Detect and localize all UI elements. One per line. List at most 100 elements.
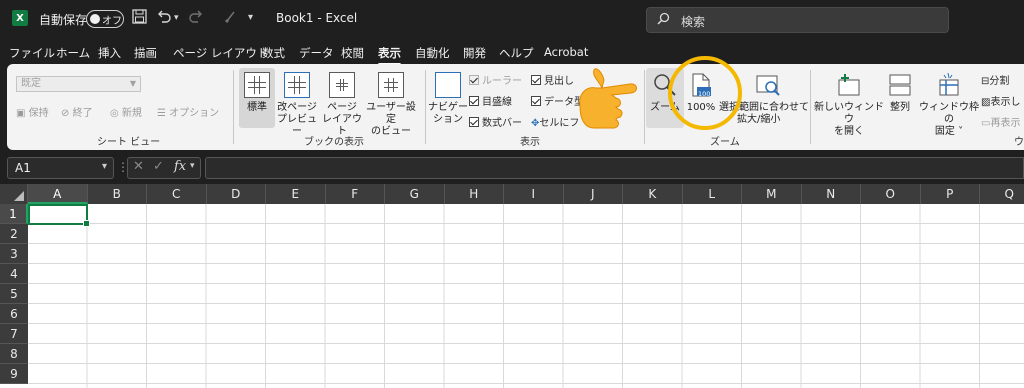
- row-header[interactable]: 8: [0, 344, 28, 364]
- column-header[interactable]: F: [326, 184, 385, 204]
- select-all-button[interactable]: [0, 184, 28, 204]
- arrange-all-button[interactable]: 整列: [885, 72, 915, 114]
- cell-grid[interactable]: [28, 204, 1024, 388]
- column-header[interactable]: H: [445, 184, 504, 204]
- toggle-knob: [90, 14, 100, 24]
- tab-acrobat[interactable]: Acrobat: [544, 45, 588, 59]
- tab-review[interactable]: 校閲: [341, 45, 364, 61]
- chevron-down-icon: ▼: [129, 79, 136, 88]
- column-header[interactable]: N: [802, 184, 861, 204]
- group-label-zoom: ズーム: [710, 137, 740, 148]
- gridlines-checkbox[interactable]: 目盛線: [469, 93, 512, 108]
- undo-dropdown-icon[interactable]: ▾: [174, 13, 179, 23]
- group-label-show: 表示: [520, 137, 540, 148]
- tab-page-layout[interactable]: ページ レイアウト: [173, 45, 268, 61]
- hide-button[interactable]: ▨表示し: [981, 93, 1020, 108]
- tab-formulas[interactable]: 数式: [262, 45, 285, 61]
- quick-access-dropdown-icon[interactable]: ▾: [248, 12, 253, 23]
- column-header[interactable]: J: [564, 184, 623, 204]
- page-break-preview-button[interactable]: 改ページ プレビュー: [275, 72, 319, 138]
- tab-file[interactable]: ファイル: [9, 45, 55, 61]
- row-header[interactable]: 5: [0, 284, 28, 304]
- formula-input[interactable]: [205, 157, 1024, 179]
- column-header[interactable]: B: [88, 184, 147, 204]
- worksheet-grid[interactable]: ABCDEFGHIJKLMNOPQ 123456789: [0, 184, 1024, 388]
- column-header[interactable]: I: [504, 184, 564, 204]
- column-header[interactable]: M: [742, 184, 802, 204]
- freeze-panes-label-1: ウィンドウ枠の: [919, 102, 979, 125]
- insert-function-icon[interactable]: fx: [174, 159, 186, 174]
- undo-icon[interactable]: [156, 9, 172, 28]
- column-header[interactable]: C: [147, 184, 207, 204]
- page-layout-view-button[interactable]: ページ レイアウト: [320, 72, 364, 138]
- active-cell-a1[interactable]: [28, 204, 90, 227]
- navigation-label-2: ション: [433, 114, 463, 125]
- tab-home[interactable]: ホーム: [56, 45, 90, 61]
- row-header[interactable]: 7: [0, 324, 28, 344]
- redo-icon[interactable]: [188, 9, 204, 28]
- column-header[interactable]: P: [921, 184, 980, 204]
- row-header[interactable]: 3: [0, 244, 28, 264]
- tab-help[interactable]: ヘルプ: [499, 45, 534, 61]
- autosave-toggle[interactable]: オフ: [86, 10, 124, 28]
- column-header[interactable]: O: [861, 184, 921, 204]
- row-header[interactable]: 1: [0, 204, 28, 224]
- tab-view[interactable]: 表示: [378, 45, 401, 66]
- sheet-view-options-button[interactable]: ☰ オプション: [157, 104, 219, 119]
- split-button[interactable]: ⊟分割: [981, 72, 1009, 87]
- sheet-view-new-button[interactable]: ◎ 新規: [110, 104, 142, 119]
- page-layout-label-1: ページ: [327, 102, 357, 113]
- custom-views-label-1: ユーザー設定: [366, 102, 416, 125]
- column-header[interactable]: L: [683, 184, 742, 204]
- format-painter-icon[interactable]: [224, 9, 238, 28]
- chevron-down-icon: ▾: [101, 161, 107, 172]
- custom-views-button[interactable]: ユーザー設定 のビュー: [362, 72, 420, 138]
- search-box[interactable]: 検索: [646, 7, 949, 33]
- eye-icon: ◎: [110, 108, 119, 119]
- zoom-fit-label-1: 範囲に合わせて: [739, 102, 809, 113]
- hide-label: 表示し: [990, 97, 1021, 108]
- column-header[interactable]: K: [623, 184, 683, 204]
- freeze-panes-label-2: 固定 ˅: [934, 126, 964, 137]
- tab-draw[interactable]: 描画: [134, 45, 157, 61]
- tab-data[interactable]: データ: [299, 45, 334, 61]
- column-header[interactable]: D: [207, 184, 266, 204]
- column-header[interactable]: A: [28, 184, 88, 204]
- sheet-view-exit-button[interactable]: ⊘ 終了: [61, 104, 93, 119]
- unhide-button[interactable]: ▭再表示: [981, 114, 1020, 129]
- group-label-workbook-views: ブックの表示: [304, 137, 364, 148]
- column-header[interactable]: Q: [980, 184, 1024, 204]
- headings-checkbox[interactable]: 見出し: [531, 72, 574, 87]
- navigation-button[interactable]: ナビゲー ション: [428, 72, 468, 126]
- new-window-button[interactable]: 新しいウィンドウ を開く: [813, 72, 885, 138]
- row-header[interactable]: 2: [0, 224, 28, 244]
- row-header[interactable]: 6: [0, 304, 28, 324]
- sheet-view-keep-button[interactable]: ▣ 保持: [16, 104, 49, 119]
- navigation-pane-icon: [435, 72, 461, 98]
- document-title: Book1 - Excel: [276, 11, 358, 25]
- new-window-label-2: を開く: [834, 126, 864, 137]
- tab-automate[interactable]: 自動化: [415, 45, 450, 61]
- freeze-panes-button[interactable]: ウィンドウ枠の 固定 ˅: [917, 72, 981, 138]
- ruler-check-icon: [469, 75, 479, 85]
- row-header[interactable]: 4: [0, 264, 28, 284]
- cancel-icon[interactable]: ✕: [133, 159, 144, 174]
- ruler-checkbox[interactable]: ルーラー: [469, 72, 522, 87]
- row-header[interactable]: 9: [0, 364, 28, 384]
- tab-developer[interactable]: 開発: [463, 45, 486, 61]
- zoom-selection-icon: [755, 72, 781, 98]
- column-header[interactable]: G: [385, 184, 445, 204]
- save-icon[interactable]: [132, 9, 147, 28]
- formula-bar-checkbox[interactable]: 数式バー: [469, 114, 522, 129]
- unhide-label: 再表示: [990, 118, 1021, 129]
- sheet-view-dropdown[interactable]: 既定 ▼: [16, 76, 141, 92]
- ribbon-tabs: ファイル ホーム 挿入 描画 ページ レイアウト 数式 データ 校閲 表示 自動…: [0, 38, 1024, 66]
- column-header[interactable]: E: [266, 184, 326, 204]
- tab-insert[interactable]: 挿入: [98, 45, 121, 61]
- normal-view-button[interactable]: 標準: [239, 68, 275, 128]
- data-type-check-icon: [531, 96, 541, 106]
- enter-check-icon[interactable]: ✓: [153, 159, 164, 174]
- gridlines-label: 目盛線: [482, 97, 512, 108]
- name-box[interactable]: A1 ▾: [7, 157, 114, 179]
- chevron-down-icon[interactable]: ▾: [190, 161, 195, 171]
